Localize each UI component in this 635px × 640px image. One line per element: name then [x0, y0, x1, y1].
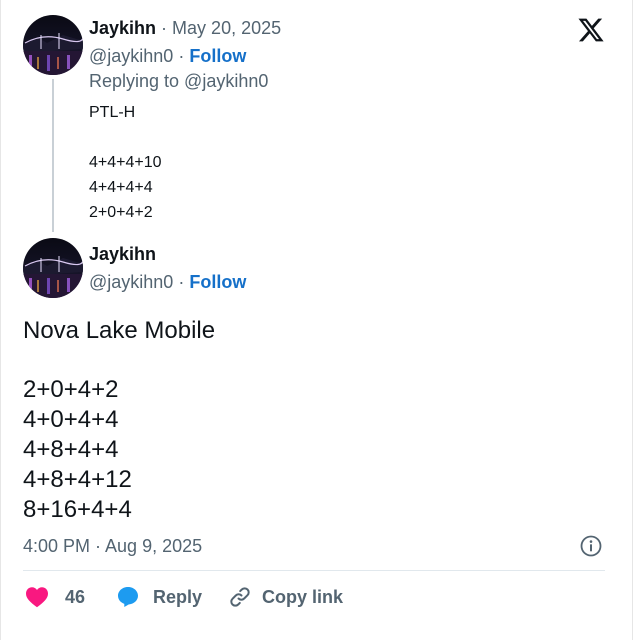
tweet-text-line: 2+0+4+2	[89, 204, 153, 221]
divider	[23, 570, 605, 571]
heart-icon	[26, 587, 48, 608]
tweet-text-line: 4+4+4+10	[89, 154, 162, 171]
tweet-date[interactable]: May 20, 2025	[172, 18, 281, 38]
like-count: 46	[65, 586, 86, 607]
tweet-text-line: 2+0+4+2	[23, 376, 119, 403]
replying-to-label[interactable]: Replying to @jaykihn0	[89, 71, 268, 92]
tweet-text-line: 4+4+4+4	[89, 179, 153, 196]
date-separator: ·	[156, 18, 173, 38]
copy-link-label: Copy link	[262, 586, 344, 607]
tweet-text-line: 4+8+4+4	[23, 436, 119, 463]
author-handle[interactable]: @jaykihn0	[89, 272, 173, 292]
avatar[interactable]	[23, 15, 83, 75]
tweet-text-line: Nova Lake Mobile	[23, 317, 216, 344]
follow-separator: ·	[173, 46, 190, 66]
author-name[interactable]: Jaykihn	[89, 244, 156, 265]
author-name[interactable]: Jaykihn	[89, 18, 156, 38]
info-icon[interactable]	[579, 534, 603, 558]
tweet-text-line: 8+16+4+4	[23, 496, 132, 523]
embedded-tweet-card: Jaykihn · May 20, 2025 @jaykihn0 · Follo…	[0, 0, 633, 640]
reply-button[interactable]: Reply	[116, 584, 202, 610]
reply-bubble-icon	[118, 587, 138, 607]
follow-button[interactable]: Follow	[189, 46, 246, 66]
follow-button[interactable]: Follow	[189, 272, 246, 292]
thread-connector	[52, 79, 54, 232]
like-button[interactable]: 46	[25, 584, 85, 610]
tweet-text-line: 4+0+4+4	[23, 406, 119, 433]
x-logo-icon[interactable]	[576, 16, 606, 44]
follow-separator: ·	[173, 272, 190, 292]
tweet-timestamp[interactable]: 4:00 PM · Aug 9, 2025	[23, 536, 202, 557]
copy-link-button[interactable]: Copy link	[228, 584, 343, 610]
avatar[interactable]	[23, 238, 83, 298]
author-handle[interactable]: @jaykihn0	[89, 46, 173, 66]
link-icon	[230, 587, 250, 607]
tweet-text-line: 4+8+4+12	[23, 466, 132, 493]
reply-label: Reply	[153, 586, 203, 607]
tweet-text-line: PTL-H	[89, 104, 136, 121]
